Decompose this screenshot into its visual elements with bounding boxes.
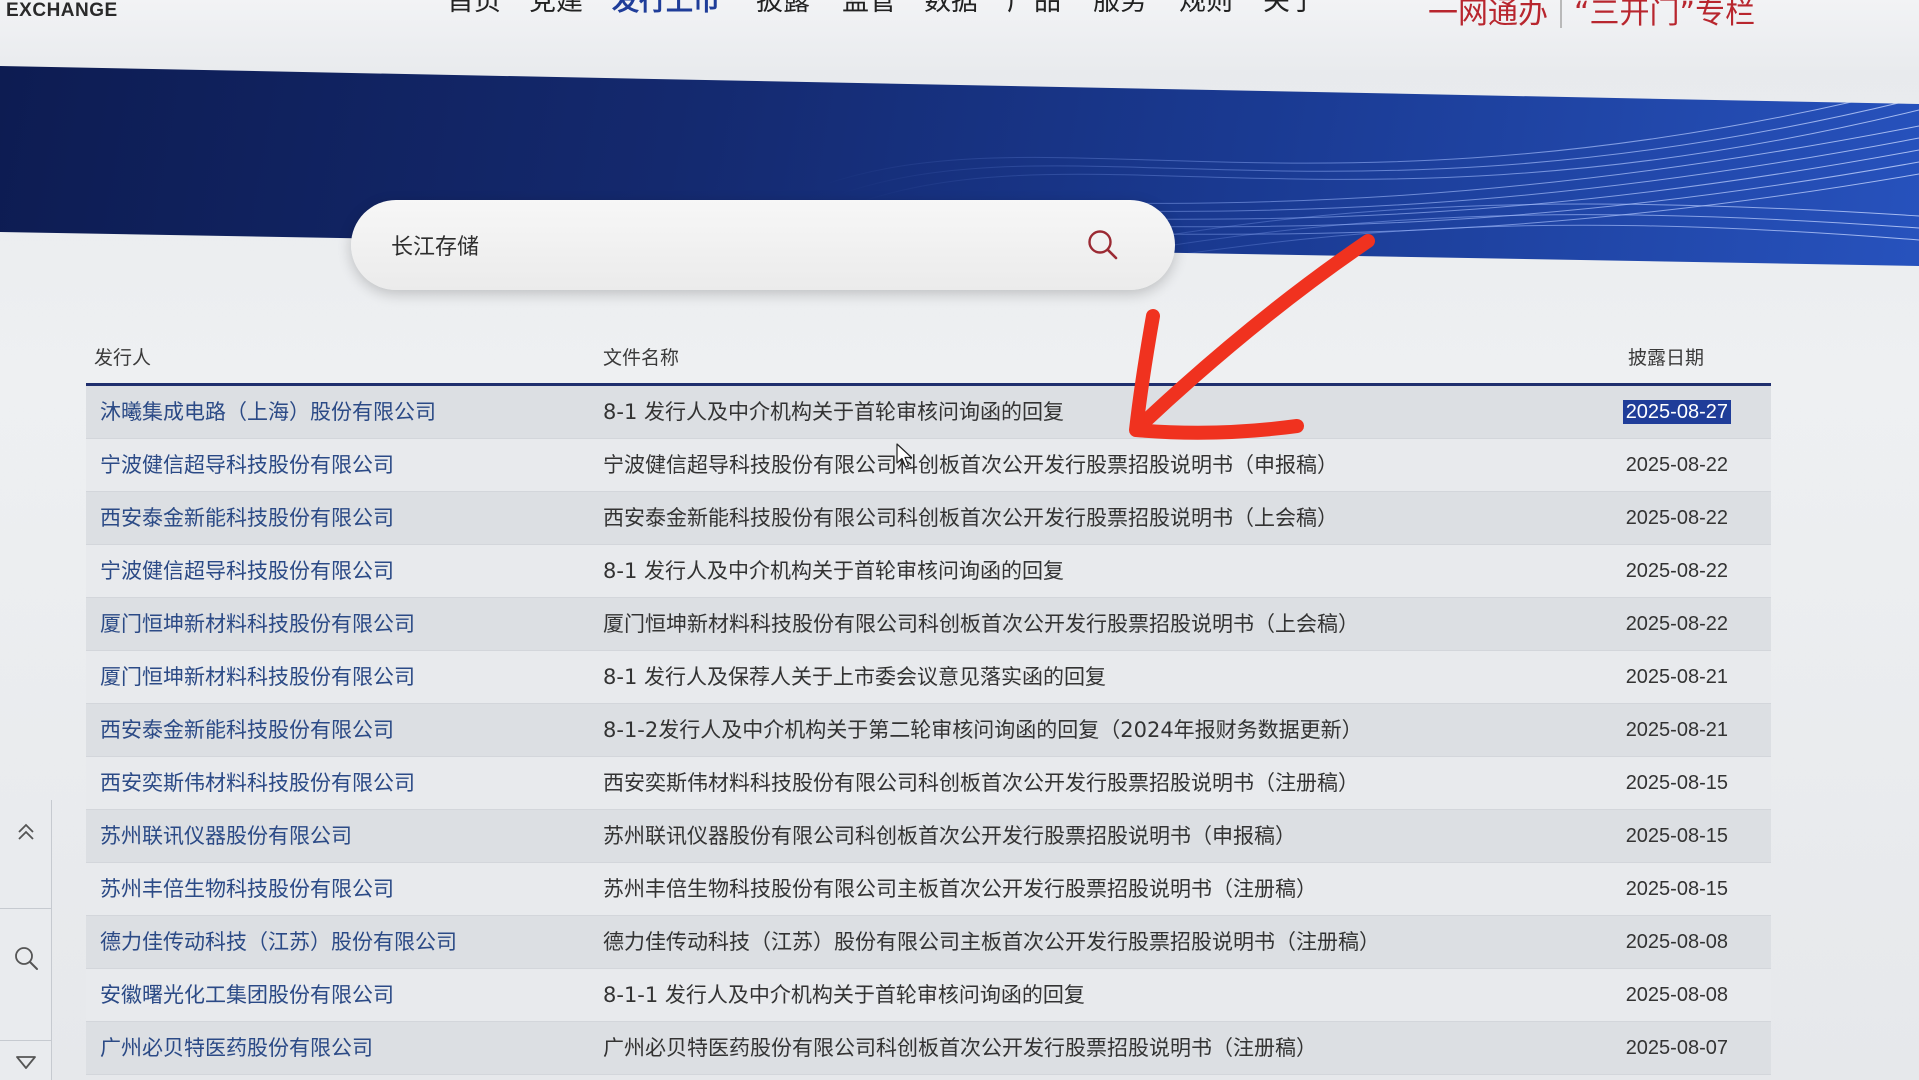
document-link[interactable]: 宁波健信超导科技股份有限公司科创板首次公开发行股票招股说明书（申报稿） <box>603 452 1338 478</box>
quick-links: 一网通办 “三开门”专栏 <box>1428 0 1755 34</box>
search-button[interactable] <box>1083 225 1123 265</box>
disclosure-date: 2025-08-27 <box>1622 400 1731 424</box>
issuer-link[interactable]: 西安泰金新能科技股份有限公司 <box>100 717 394 743</box>
nav-item-products[interactable]: 产品 <box>1007 0 1061 18</box>
document-link[interactable]: 西安奕斯伟材料科技股份有限公司科创板首次公开发行股票招股说明书（注册稿） <box>603 770 1359 796</box>
caret-down-icon <box>15 1056 36 1069</box>
table-row: 德力佳传动科技（江苏）股份有限公司 德力佳传动科技（江苏）股份有限公司主板首次公开… <box>86 916 1771 969</box>
document-link[interactable]: 厦门恒坤新材料科技股份有限公司科创板首次公开发行股票招股说明书（上会稿） <box>603 611 1359 637</box>
issuer-link[interactable]: 德力佳传动科技（江苏）股份有限公司 <box>100 929 457 955</box>
nav-item-party-building[interactable]: 党建 <box>529 0 583 18</box>
nav-item-home[interactable]: 首页 <box>447 0 501 18</box>
disclosure-date: 2025-08-15 <box>1625 825 1728 847</box>
issuer-link[interactable]: 安徽曙光化工集团股份有限公司 <box>100 982 394 1008</box>
double-chevron-up-icon <box>17 823 34 840</box>
nav-item-rules[interactable]: 规则 <box>1179 0 1233 18</box>
issuer-link[interactable]: 厦门恒坤新材料科技股份有限公司 <box>100 664 415 690</box>
disclosure-date: 2025-08-22 <box>1625 507 1728 529</box>
issuer-link[interactable]: 广州必贝特医药股份有限公司 <box>100 1035 373 1061</box>
document-link[interactable]: 8-1 发行人及中介机构关于首轮审核问询函的回复 <box>603 558 1064 584</box>
search-icon <box>1088 230 1118 260</box>
disclosure-date: 2025-08-15 <box>1625 878 1728 900</box>
table-row: 宁波健信超导科技股份有限公司 8-1 发行人及中介机构关于首轮审核问询函的回复 20… <box>86 545 1771 598</box>
disclosure-date: 2025-08-07 <box>1625 1037 1728 1059</box>
document-link[interactable]: 8-1 发行人及保荐人关于上市委会议意见落实函的回复 <box>603 664 1106 690</box>
table-row: 西安奕斯伟材料科技股份有限公司 西安奕斯伟材料科技股份有限公司科创板首次公开发行股… <box>86 757 1771 810</box>
column-header-issuer: 发行人 <box>94 347 152 369</box>
issuer-link[interactable]: 西安泰金新能科技股份有限公司 <box>100 505 394 531</box>
search-input[interactable] <box>391 227 1031 263</box>
disclosure-date: 2025-08-08 <box>1625 931 1728 953</box>
disclosure-date: 2025-08-08 <box>1625 984 1728 1006</box>
search-icon <box>14 947 38 970</box>
table-row: 安徽曙光化工集团股份有限公司 8-1-1 发行人及中介机构关于首轮审核问询函的回复… <box>86 969 1771 1022</box>
disclosure-date: 2025-08-21 <box>1625 719 1728 741</box>
issuer-link[interactable]: 西安奕斯伟材料科技股份有限公司 <box>100 770 415 796</box>
document-link[interactable]: 苏州丰倍生物科技股份有限公司主板首次公开发行股票招股说明书（注册稿） <box>603 876 1317 902</box>
disclosure-date: 2025-08-22 <box>1625 613 1728 635</box>
toolbar-divider <box>0 908 51 909</box>
three-doors-column-link[interactable]: “三开门”专栏 <box>1574 0 1755 34</box>
disclosure-date: 2025-08-21 <box>1625 666 1728 688</box>
issuer-link[interactable]: 苏州联讯仪器股份有限公司 <box>100 823 352 849</box>
nav-item-data[interactable]: 数据 <box>924 0 978 18</box>
column-header-document: 文件名称 <box>603 347 680 369</box>
expand-down-button[interactable] <box>0 1036 51 1080</box>
table-row: 广州必贝特医药股份有限公司 广州必贝特医药股份有限公司科创板首次公开发行股票招股说… <box>86 1022 1771 1075</box>
search-box <box>351 200 1175 290</box>
nav-item-listing[interactable]: 发行上市 <box>612 0 720 18</box>
disclosure-table-body: 沐曦集成电路（上海）股份有限公司 8-1 发行人及中介机构关于首轮审核问询函的回复… <box>86 386 1771 1080</box>
table-row: 苏州丰倍生物科技股份有限公司 苏州丰倍生物科技股份有限公司主板首次公开发行股票招股… <box>86 863 1771 916</box>
document-link[interactable]: 西安泰金新能科技股份有限公司科创板首次公开发行股票招股说明书（上会稿） <box>603 505 1338 531</box>
quick-links-divider <box>1560 0 1562 28</box>
document-link[interactable]: 德力佳传动科技（江苏）股份有限公司主板首次公开发行股票招股说明书（注册稿） <box>603 929 1380 955</box>
nav-item-services[interactable]: 服务 <box>1093 0 1147 18</box>
issuer-link[interactable]: 宁波健信超导科技股份有限公司 <box>100 558 394 584</box>
table-row: 苏州联讯仪器股份有限公司 苏州联讯仪器股份有限公司科创板首次公开发行股票招股说明书… <box>86 810 1771 863</box>
disclosure-date: 2025-08-22 <box>1625 454 1728 476</box>
issuer-link[interactable]: 厦门恒坤新材料科技股份有限公司 <box>100 611 415 637</box>
side-search-button[interactable] <box>0 932 51 984</box>
document-link[interactable]: 8-1 发行人及中介机构关于首轮审核问询函的回复 <box>603 399 1064 425</box>
document-link[interactable]: 8-1-1 发行人及中介机构关于首轮审核问询函的回复 <box>603 982 1085 1008</box>
nav-item-disclosure[interactable]: 披露 <box>756 0 810 18</box>
issuer-link[interactable]: 宁波健信超导科技股份有限公司 <box>100 452 394 478</box>
top-bar: EXCHANGE 首页 党建 发行上市 披露 监管 数据 产品 服务 规则 关于 一网通办 “三开… <box>0 0 1919 70</box>
side-toolbar <box>0 800 52 1080</box>
table-row: 厦门恒坤新材料科技股份有限公司 厦门恒坤新材料科技股份有限公司科创板首次公开发行股… <box>86 598 1771 651</box>
table-row: 西安泰金新能科技股份有限公司 8-1-2发行人及中介机构关于第二轮审核问询函的回复… <box>86 704 1771 757</box>
column-header-date[interactable]: 披露日期 <box>1628 346 1704 370</box>
table-row: 西安泰金新能科技股份有限公司 西安泰金新能科技股份有限公司科创板首次公开发行股票招… <box>86 492 1771 545</box>
table-row: 沐曦集成电路（上海）股份有限公司 8-1 发行人及中介机构关于首轮审核问询函的回复… <box>86 386 1771 439</box>
main-nav: 首页 党建 发行上市 披露 监管 数据 产品 服务 规则 关于 <box>0 0 1400 40</box>
issuer-link[interactable]: 沐曦集成电路（上海）股份有限公司 <box>100 399 436 425</box>
disclosure-date: 2025-08-22 <box>1625 560 1728 582</box>
issuer-link[interactable]: 苏州丰倍生物科技股份有限公司 <box>100 876 394 902</box>
table-row: 厦门恒坤新材料科技股份有限公司 8-1 发行人及保荐人关于上市委会议意见落实函的回… <box>86 651 1771 704</box>
disclosure-date: 2025-08-15 <box>1625 772 1728 794</box>
document-link[interactable]: 8-1-2发行人及中介机构关于第二轮审核问询函的回复（2024年报财务数据更新） <box>603 717 1363 743</box>
nav-item-regulation[interactable]: 监管 <box>842 0 896 18</box>
scroll-top-button[interactable] <box>0 806 51 858</box>
table-row: 宁波健信超导科技股份有限公司 宁波健信超导科技股份有限公司科创板首次公开发行股票招… <box>86 439 1771 492</box>
one-stop-service-link[interactable]: 一网通办 <box>1428 0 1548 34</box>
document-link[interactable]: 苏州联讯仪器股份有限公司科创板首次公开发行股票招股说明书（申报稿） <box>603 823 1296 849</box>
nav-item-about[interactable]: 关于 <box>1263 0 1317 18</box>
document-link[interactable]: 广州必贝特医药股份有限公司科创板首次公开发行股票招股说明书（注册稿） <box>603 1035 1317 1061</box>
